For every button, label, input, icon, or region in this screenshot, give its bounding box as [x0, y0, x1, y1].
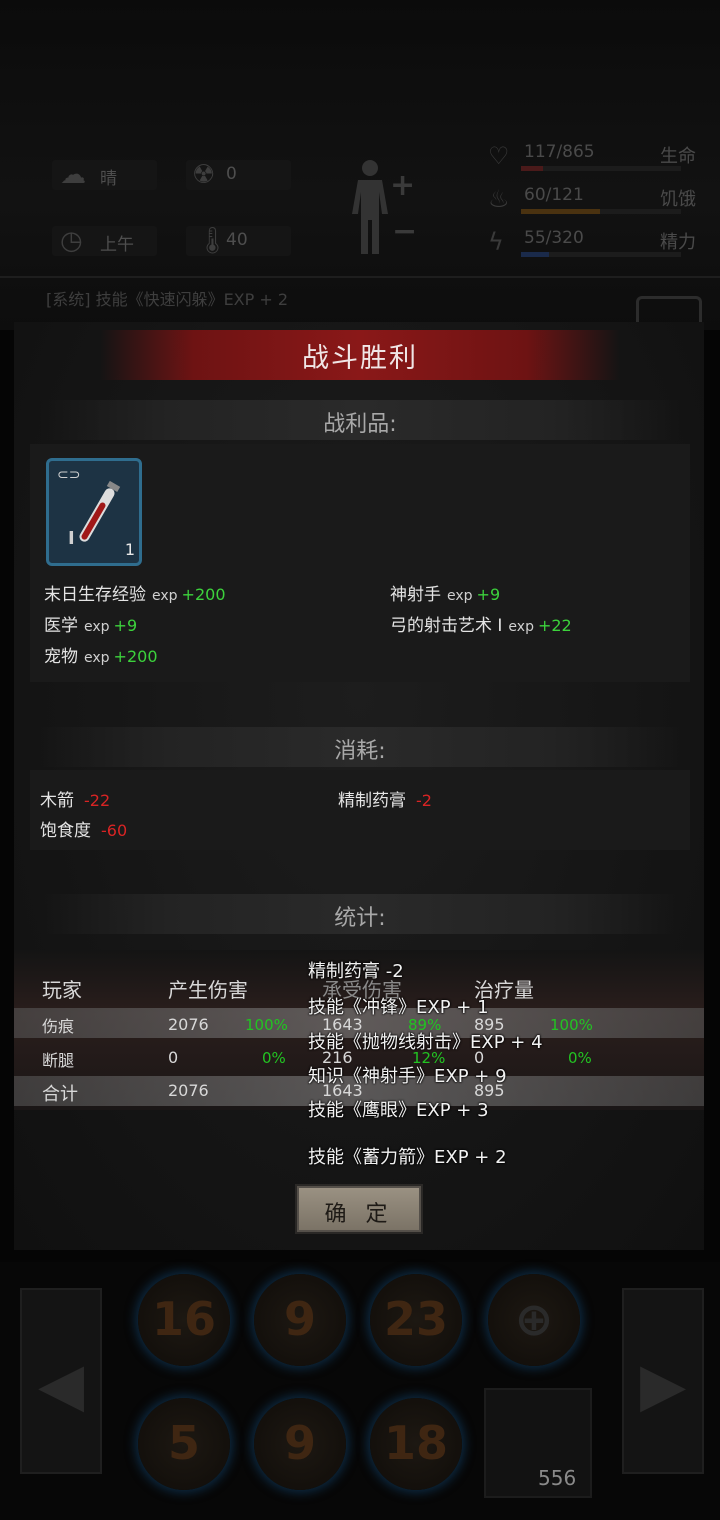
clock-icon: ◷	[60, 226, 83, 256]
loot-line: 弓的射击艺术 Iexp +22	[390, 616, 572, 636]
popup-line: 技能《冲锋》EXP + 1	[308, 997, 489, 1018]
popup-line: 技能《抛物线射击》EXP + 4	[308, 1032, 543, 1053]
time-value: 上午	[100, 235, 134, 255]
popup-line: 技能《鹰眼》EXP + 3	[308, 1100, 489, 1121]
radiation-chip: ☢ 0	[186, 160, 291, 190]
stats-heading: 统计:	[334, 906, 386, 931]
col-player: 玩家	[42, 978, 82, 1002]
loot-line: 医学 exp +9	[44, 616, 138, 636]
time-chip: ◷ 上午	[52, 226, 157, 256]
confirm-label: 确 定	[324, 1202, 394, 1227]
skill-slot-arrow[interactable]: 23	[370, 1274, 462, 1366]
popup-line: 精制药膏 -2	[308, 961, 404, 982]
arrow-right-icon: ▶	[640, 1350, 687, 1420]
cloud-sun-icon: ☁	[60, 160, 86, 190]
consume-line: 木箭 -22	[40, 791, 111, 811]
item-count: 1	[124, 540, 135, 559]
energy-label: 精力	[660, 232, 696, 253]
hunger-label: 饥饿	[660, 189, 696, 210]
stats-section-header: 统计:	[40, 894, 680, 934]
temperature-chip: 🌡︎ 40	[186, 226, 291, 256]
energy-bar	[521, 252, 681, 257]
row-dealt-pct: 100%	[245, 1016, 288, 1034]
crosshair-icon: ⊕	[514, 1292, 554, 1346]
popup-line: 技能《蓄力箭》EXP + 2	[308, 1147, 507, 1168]
loot-line: 神射手 exp +9	[390, 585, 501, 605]
row-total-dealt: 2076	[168, 1081, 209, 1100]
row-total-label: 合计	[42, 1084, 78, 1105]
health-value: 117/865	[524, 142, 595, 162]
loot-line: 末日生存经验 exp +200	[44, 585, 226, 605]
energy-value: 55/320	[524, 228, 584, 248]
row-player: 伤痕	[42, 1017, 75, 1036]
popup-line: 知识《神射手》EXP + 9	[308, 1066, 507, 1087]
skill-slot-shot[interactable]: 9	[254, 1398, 346, 1490]
zoom-in-icon[interactable]: +	[390, 168, 415, 203]
consume-line: 精制药膏 -2	[338, 791, 432, 811]
radiation-value: 0	[226, 164, 237, 184]
syringe-icon	[79, 480, 121, 542]
health-stat: ♡ 117/865 生命	[488, 142, 710, 176]
skill-slot-dodge[interactable]: 5	[138, 1398, 230, 1490]
row-heal-pct: 0%	[568, 1049, 592, 1067]
message-log: [系统] 技能《快速闪躲》EXP + 2	[46, 290, 289, 309]
row-dealt: 2076	[168, 1015, 209, 1034]
consume-section-header: 消耗:	[40, 727, 680, 767]
prev-page-button[interactable]: ◀	[20, 1288, 102, 1474]
row-heal-pct: 100%	[550, 1016, 593, 1034]
zoom-out-icon[interactable]: −	[392, 214, 417, 249]
health-label: 生命	[660, 146, 696, 167]
row-dealt: 0	[168, 1048, 179, 1067]
health-bar	[521, 166, 681, 171]
loot-heading: 战利品:	[323, 412, 397, 437]
item-tier: I	[68, 528, 75, 549]
weather-chip: ☁ 晴	[52, 160, 157, 190]
row-dealt-pct: 0%	[262, 1049, 286, 1067]
ammo-count: 556	[538, 1466, 577, 1490]
stomach-icon: ♨	[488, 185, 510, 213]
skill-bar	[0, 1262, 720, 1520]
temperature-value: 40	[226, 230, 248, 250]
skill-slot-aim[interactable]: ⊕	[488, 1274, 580, 1366]
consume-line: 饱食度 -60	[40, 821, 128, 841]
skill-slot-eagle-eye[interactable]: 9	[254, 1274, 346, 1366]
radiation-icon: ☢	[192, 160, 216, 190]
loot-section-header: 战利品:	[40, 400, 680, 440]
battle-title: 战斗胜利	[302, 343, 418, 374]
hud-divider	[0, 276, 720, 278]
thermometer-icon: 🌡︎	[196, 226, 230, 256]
body-silhouette-icon[interactable]	[348, 158, 392, 258]
hunger-bar	[521, 209, 681, 214]
lightning-icon: ϟ	[488, 228, 504, 256]
skill-slot-heal[interactable]: 18	[370, 1398, 462, 1490]
next-page-button[interactable]: ▶	[622, 1288, 704, 1474]
loot-item-slot[interactable]: ⊂⊃ I 1	[46, 458, 142, 566]
heart-icon: ♡	[488, 142, 510, 170]
confirm-button[interactable]: 确 定	[297, 1186, 421, 1232]
consume-heading: 消耗:	[334, 739, 386, 764]
skill-slot-charge[interactable]: 16	[138, 1274, 230, 1366]
col-damage-dealt: 产生伤害	[168, 978, 248, 1002]
energy-stat: ϟ 55/320 精力	[488, 228, 710, 262]
loot-line: 宠物 exp +200	[44, 647, 158, 667]
row-player: 断腿	[42, 1051, 75, 1070]
hunger-value: 60/121	[524, 185, 584, 205]
arrow-left-icon: ◀	[38, 1350, 85, 1420]
hunger-stat: ♨ 60/121 饥饿	[488, 185, 710, 219]
weather-value: 晴	[100, 169, 117, 189]
